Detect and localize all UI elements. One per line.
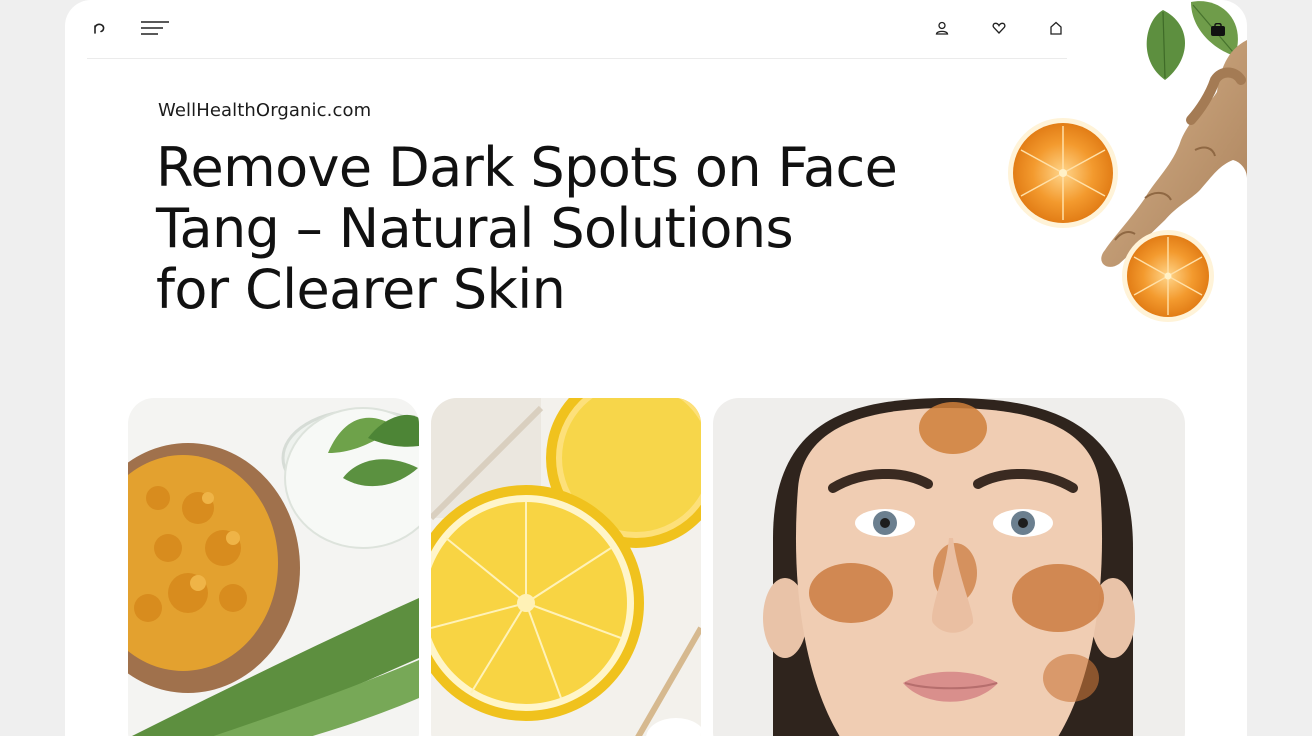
bag-icon[interactable] xyxy=(1205,17,1231,43)
page-card: WellHealthOrganic.com Remove Dark Spots … xyxy=(65,0,1247,736)
top-navigation-bar xyxy=(87,0,1067,59)
menu-icon[interactable] xyxy=(140,15,170,41)
user-icon[interactable] xyxy=(929,15,955,41)
turmeric-orange-decoration xyxy=(995,0,1247,340)
page-title-line-1: Remove Dark Spots on Face xyxy=(156,136,898,199)
page-title: Remove Dark Spots on Face Tang – Natural… xyxy=(156,136,898,321)
photo-lemons xyxy=(431,398,701,736)
page-title-line-3: for Clearer Skin xyxy=(156,258,566,321)
photo-woman-face xyxy=(713,398,1185,736)
site-name: WellHealthOrganic.com xyxy=(158,100,372,121)
page-title-line-2: Tang – Natural Solutions xyxy=(156,197,794,260)
photo-turmeric-aloe xyxy=(128,398,419,736)
refresh-icon[interactable] xyxy=(87,15,113,41)
